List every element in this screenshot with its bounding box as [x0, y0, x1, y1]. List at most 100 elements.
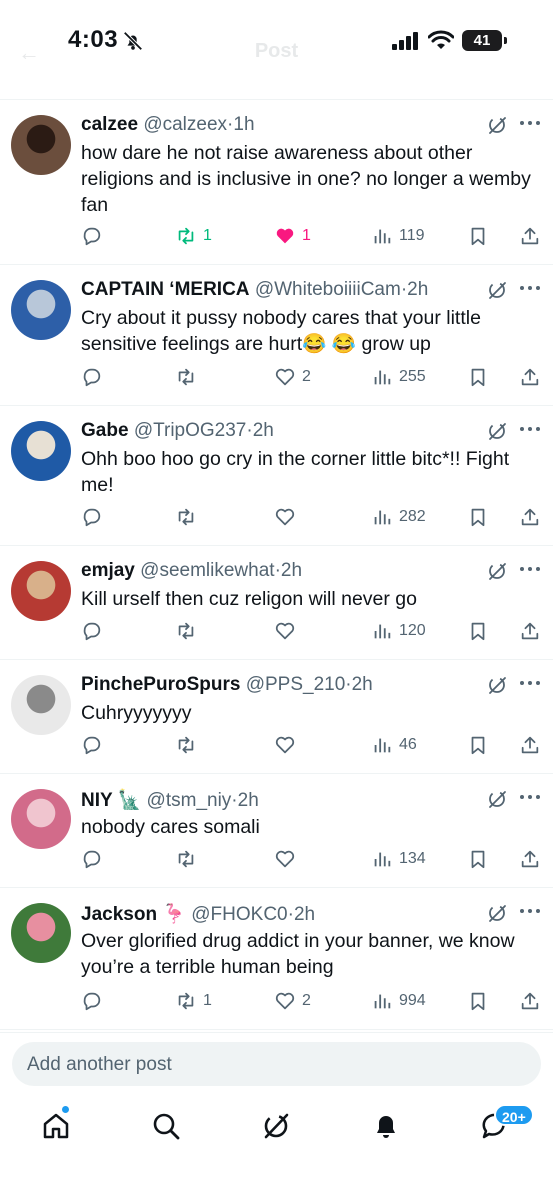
tab-home[interactable] [40, 1110, 72, 1142]
share-button[interactable] [519, 221, 541, 251]
reply-icon [83, 992, 101, 1011]
author-handle[interactable]: @calzeex [143, 114, 227, 135]
add-another-post-input[interactable]: Add another post [12, 1042, 541, 1086]
bookmark-icon [471, 227, 485, 246]
views-button[interactable]: 46 [371, 730, 417, 760]
share-button[interactable] [519, 362, 541, 392]
reply-post[interactable]: NIY 🗽 @tsm_niy·2h nobody cares somali 13… [0, 774, 553, 888]
reply-button[interactable] [81, 986, 103, 1016]
avatar[interactable] [11, 421, 71, 481]
more-icon[interactable] [519, 426, 541, 432]
more-icon[interactable] [519, 908, 541, 914]
repost-button[interactable] [175, 362, 203, 392]
bookmark-button[interactable] [467, 616, 489, 646]
tab-grok[interactable] [260, 1110, 292, 1142]
repost-button[interactable] [175, 844, 203, 874]
author-handle[interactable]: @WhiteboiiiiCam [255, 279, 401, 300]
reply-button[interactable] [81, 221, 103, 251]
views-button[interactable]: 119 [371, 221, 425, 251]
reply-post[interactable]: calzee @calzeex·1h how dare he not raise… [0, 100, 553, 265]
author-handle[interactable]: @tsm_niy [147, 790, 232, 811]
repost-button[interactable]: 1 [175, 986, 212, 1016]
bookmark-button[interactable] [467, 221, 489, 251]
like-button[interactable]: 2 [274, 986, 311, 1016]
views-icon [374, 994, 391, 1009]
grok-icon[interactable] [486, 674, 508, 696]
avatar[interactable] [11, 789, 71, 849]
author-name[interactable]: NIY 🗽 [81, 790, 141, 811]
author-name[interactable]: Jackson 🦩 [81, 904, 186, 925]
reply-post[interactable]: Jackson 🦩 @FHOKC0·2h Over glorified drug… [0, 888, 553, 1030]
more-icon[interactable] [519, 566, 541, 572]
repost-button[interactable] [175, 502, 203, 532]
grok-icon[interactable] [486, 902, 508, 924]
grok-icon[interactable] [486, 560, 508, 582]
reply-post[interactable]: Gabe @TripOG237·2h Ohh boo hoo go cry in… [0, 406, 553, 546]
bookmark-button[interactable] [467, 844, 489, 874]
reply-post[interactable]: PinchePuroSpurs @PPS_210·2h Cuhryyyyyyy … [0, 660, 553, 774]
grok-icon[interactable] [486, 420, 508, 442]
reply-button[interactable] [81, 362, 103, 392]
avatar[interactable] [11, 675, 71, 735]
like-button[interactable] [274, 844, 302, 874]
avatar[interactable] [11, 280, 71, 340]
grok-icon[interactable] [486, 788, 508, 810]
reply-icon [83, 508, 101, 527]
grok-icon[interactable] [486, 279, 508, 301]
grok-icon[interactable] [486, 114, 508, 136]
tab-notifications[interactable] [370, 1110, 402, 1142]
views-button[interactable]: 134 [371, 844, 426, 874]
reply-button[interactable] [81, 502, 103, 532]
more-icon[interactable] [519, 285, 541, 291]
repost-button[interactable]: 1 [175, 221, 212, 251]
reply-button[interactable] [81, 844, 103, 874]
author-handle[interactable]: @PPS_210 [246, 674, 346, 695]
tab-search[interactable] [150, 1110, 182, 1142]
like-button[interactable] [274, 616, 302, 646]
bookmark-button[interactable] [467, 362, 489, 392]
author-name[interactable]: Gabe [81, 420, 129, 441]
more-icon[interactable] [519, 120, 541, 126]
author-name[interactable]: PinchePuroSpurs [81, 674, 240, 695]
bookmark-button[interactable] [467, 502, 489, 532]
bookmark-button[interactable] [467, 730, 489, 760]
wifi-icon [428, 30, 454, 49]
repost-count: 1 [203, 992, 212, 1009]
more-icon[interactable] [519, 680, 541, 686]
repost-button[interactable] [175, 616, 203, 646]
share-button[interactable] [519, 616, 541, 646]
views-button[interactable]: 255 [371, 362, 426, 392]
reply-button[interactable] [81, 616, 103, 646]
more-icon[interactable] [519, 794, 541, 800]
author-name[interactable]: emjay [81, 560, 135, 581]
share-button[interactable] [519, 844, 541, 874]
author-handle[interactable]: @TripOG237 [134, 420, 247, 441]
share-button[interactable] [519, 986, 541, 1016]
reply-button[interactable] [81, 730, 103, 760]
share-button[interactable] [519, 502, 541, 532]
share-button[interactable] [519, 730, 541, 760]
like-button[interactable] [274, 502, 302, 532]
repost-icon [178, 622, 194, 640]
like-button[interactable]: 2 [274, 362, 311, 392]
repost-button[interactable] [175, 730, 203, 760]
like-button[interactable] [274, 730, 302, 760]
share-icon [521, 850, 539, 868]
avatar[interactable] [11, 561, 71, 621]
author-handle[interactable]: @FHOKC0 [191, 904, 287, 925]
author-name[interactable]: calzee [81, 114, 138, 135]
share-icon [521, 368, 539, 386]
author-handle[interactable]: @seemlikewhat [140, 560, 274, 581]
bookmark-button[interactable] [467, 986, 489, 1016]
avatar[interactable] [11, 903, 71, 963]
reply-post[interactable]: emjay @seemlikewhat·2h Kill urself then … [0, 546, 553, 660]
share-icon [521, 508, 539, 526]
views-button[interactable]: 994 [371, 986, 426, 1016]
avatar[interactable] [11, 115, 71, 175]
messages-count-badge: 20+ [494, 1104, 534, 1126]
author-name[interactable]: CAPTAIN ‘MERICA [81, 279, 250, 300]
views-button[interactable]: 120 [371, 616, 426, 646]
reply-post[interactable]: CAPTAIN ‘MERICA @WhiteboiiiiCam·2h Cry a… [0, 265, 553, 406]
like-button[interactable]: 1 [274, 221, 311, 251]
views-button[interactable]: 282 [371, 502, 426, 532]
